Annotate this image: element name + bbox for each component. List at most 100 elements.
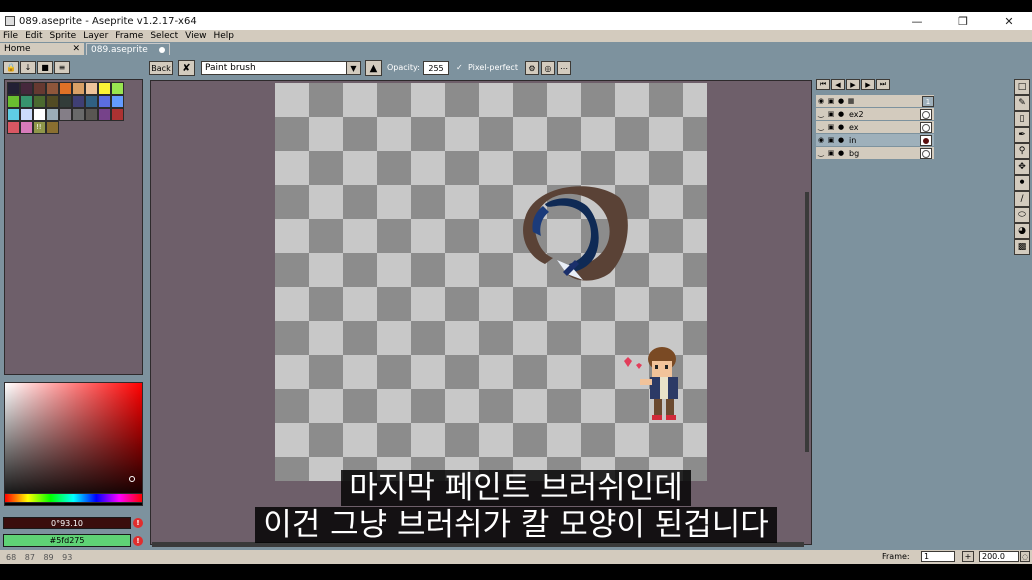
pixel-perfect-checkbox[interactable]: ✓ — [456, 63, 463, 72]
layer-cel[interactable] — [920, 122, 932, 133]
zoom-input[interactable]: 200.0 — [979, 551, 1019, 562]
options-icon[interactable]: ≡ — [54, 61, 70, 74]
palette-swatch[interactable] — [7, 82, 20, 95]
dynamics-icon[interactable]: ◎ — [541, 61, 555, 75]
marquee-tool-icon[interactable]: □ — [1014, 79, 1030, 95]
pencil-tool-icon[interactable]: ✎ — [1014, 95, 1030, 111]
palette-swatch[interactable] — [111, 108, 124, 121]
continuous-icon[interactable]: ● — [836, 110, 846, 118]
palette-swatch[interactable] — [46, 95, 59, 108]
layer-cel[interactable] — [920, 148, 932, 159]
menu-layer[interactable]: Layer — [83, 31, 108, 41]
palette-swatch[interactable] — [7, 95, 20, 108]
palette-swatch[interactable] — [72, 108, 85, 121]
lock-icon[interactable]: ▣ — [826, 136, 836, 144]
previous-frame-icon[interactable]: ◀ — [831, 79, 845, 90]
eye-icon[interactable]: ◉ — [816, 97, 826, 105]
contour-tool-icon[interactable]: ◕ — [1014, 223, 1030, 239]
palette-swatch[interactable] — [33, 95, 46, 108]
eye-closed-icon[interactable]: ‿ — [816, 110, 826, 118]
continuous-icon[interactable]: ● — [836, 149, 846, 157]
palette-swatch[interactable] — [33, 108, 46, 121]
layer-row-selected[interactable]: ◉ ▣ ● in — [816, 134, 934, 147]
tab-document[interactable]: 089.aseprite — [86, 43, 170, 55]
symmetry-icon[interactable]: ⚙ — [525, 61, 539, 75]
close-icon[interactable]: ✕ — [72, 44, 80, 54]
zoom-options-icon[interactable]: ◌ — [1020, 551, 1030, 562]
menu-select[interactable]: Select — [150, 31, 178, 41]
last-frame-icon[interactable]: ⏭ — [876, 79, 890, 90]
palette-swatch[interactable] — [20, 95, 33, 108]
back-button[interactable]: Back — [149, 61, 173, 75]
palette-swatch[interactable] — [7, 108, 20, 121]
layer-row[interactable]: ◉ ▣ ● ▦ — [816, 95, 934, 108]
brush-tools-icon[interactable]: ✘ — [178, 60, 195, 76]
layer-cel[interactable] — [920, 135, 932, 146]
lock-icon[interactable]: ▣ — [826, 97, 836, 105]
menu-edit[interactable]: Edit — [25, 31, 42, 41]
continuous-icon[interactable]: ● — [836, 136, 846, 144]
palette-swatch[interactable] — [111, 82, 124, 95]
ellipse-tool-icon[interactable]: ⬭ — [1014, 207, 1030, 223]
palette-swatch[interactable] — [111, 95, 124, 108]
brush-type-select[interactable]: Paint brush ▼ — [201, 61, 361, 75]
lock-icon[interactable]: ▣ — [826, 123, 836, 131]
layer-row[interactable]: ‿ ▣ ● ex2 — [816, 108, 934, 121]
palette-swatch[interactable] — [46, 82, 59, 95]
line-tool-icon[interactable]: ∕ — [1014, 191, 1030, 207]
palette-swatch[interactable] — [72, 82, 85, 95]
palette-swatch[interactable] — [59, 108, 72, 121]
link-icon[interactable]: ▦ — [846, 97, 856, 105]
palette-swatch[interactable] — [85, 95, 98, 108]
move-tool-icon[interactable]: ✥ — [1014, 159, 1030, 175]
palette-swatch[interactable] — [72, 95, 85, 108]
fill-tool-icon[interactable]: ⚫ — [1014, 175, 1030, 191]
palette-swatch[interactable] — [98, 82, 111, 95]
layer-row[interactable]: ‿ ▣ ● ex — [816, 121, 934, 134]
menu-help[interactable]: Help — [213, 31, 234, 41]
sort-icon[interactable]: ↓ — [20, 61, 36, 74]
eye-icon[interactable]: ◉ — [816, 136, 826, 144]
palette-swatch[interactable] — [20, 82, 33, 95]
ink-type-icon[interactable]: ▲ — [365, 60, 382, 76]
continuous-icon[interactable]: ● — [836, 123, 846, 131]
palette-swatch[interactable] — [98, 95, 111, 108]
close-button[interactable]: ✕ — [986, 12, 1032, 30]
layer-row[interactable]: ‿ ▣ ● bg — [816, 147, 934, 160]
palette-swatch[interactable] — [59, 82, 72, 95]
vertical-scroll-thumb[interactable] — [805, 192, 809, 452]
lock-icon[interactable]: ▣ — [826, 110, 836, 118]
menu-file[interactable]: File — [3, 31, 18, 41]
continuous-icon[interactable]: ● — [836, 97, 846, 105]
first-frame-icon[interactable]: ⏮ — [816, 79, 830, 90]
eye-closed-icon[interactable]: ‿ — [816, 123, 826, 131]
palette-swatch[interactable] — [98, 108, 111, 121]
opacity-input[interactable]: 255 — [423, 61, 449, 75]
zoom-plus-icon[interactable]: + — [962, 551, 974, 562]
tab-home[interactable]: Home ✕ — [0, 43, 84, 55]
eye-closed-icon[interactable]: ‿ — [816, 149, 826, 157]
menu-frame[interactable]: Frame — [115, 31, 143, 41]
palette-swatch[interactable] — [20, 108, 33, 121]
more-options-icon[interactable]: ⋯ — [557, 61, 571, 75]
zoom-tool-icon[interactable]: ⚲ — [1014, 143, 1030, 159]
palette-swatch[interactable] — [85, 108, 98, 121]
presets-icon[interactable]: ■ — [37, 61, 53, 74]
lock-icon[interactable]: 🔒 — [3, 61, 19, 74]
palette-swatch[interactable] — [33, 82, 46, 95]
palette-swatch[interactable] — [85, 82, 98, 95]
layer-cel[interactable] — [920, 109, 932, 120]
next-frame-icon[interactable]: ▶ — [861, 79, 875, 90]
frame-number-header[interactable]: 1 — [922, 96, 934, 107]
menu-sprite[interactable]: Sprite — [50, 31, 77, 41]
frame-input[interactable]: 1 — [921, 551, 955, 562]
eraser-tool-icon[interactable]: ▯ — [1014, 111, 1030, 127]
lock-icon[interactable]: ▣ — [826, 149, 836, 157]
minimize-button[interactable]: — — [894, 12, 940, 30]
palette-swatch[interactable] — [46, 121, 59, 134]
maximize-button[interactable]: ❐ — [940, 12, 986, 30]
eyedropper-tool-icon[interactable]: ✒ — [1014, 127, 1030, 143]
menu-view[interactable]: View — [185, 31, 206, 41]
chevron-down-icon[interactable]: ▼ — [346, 62, 360, 74]
blur-tool-icon[interactable]: ▩ — [1014, 239, 1030, 255]
